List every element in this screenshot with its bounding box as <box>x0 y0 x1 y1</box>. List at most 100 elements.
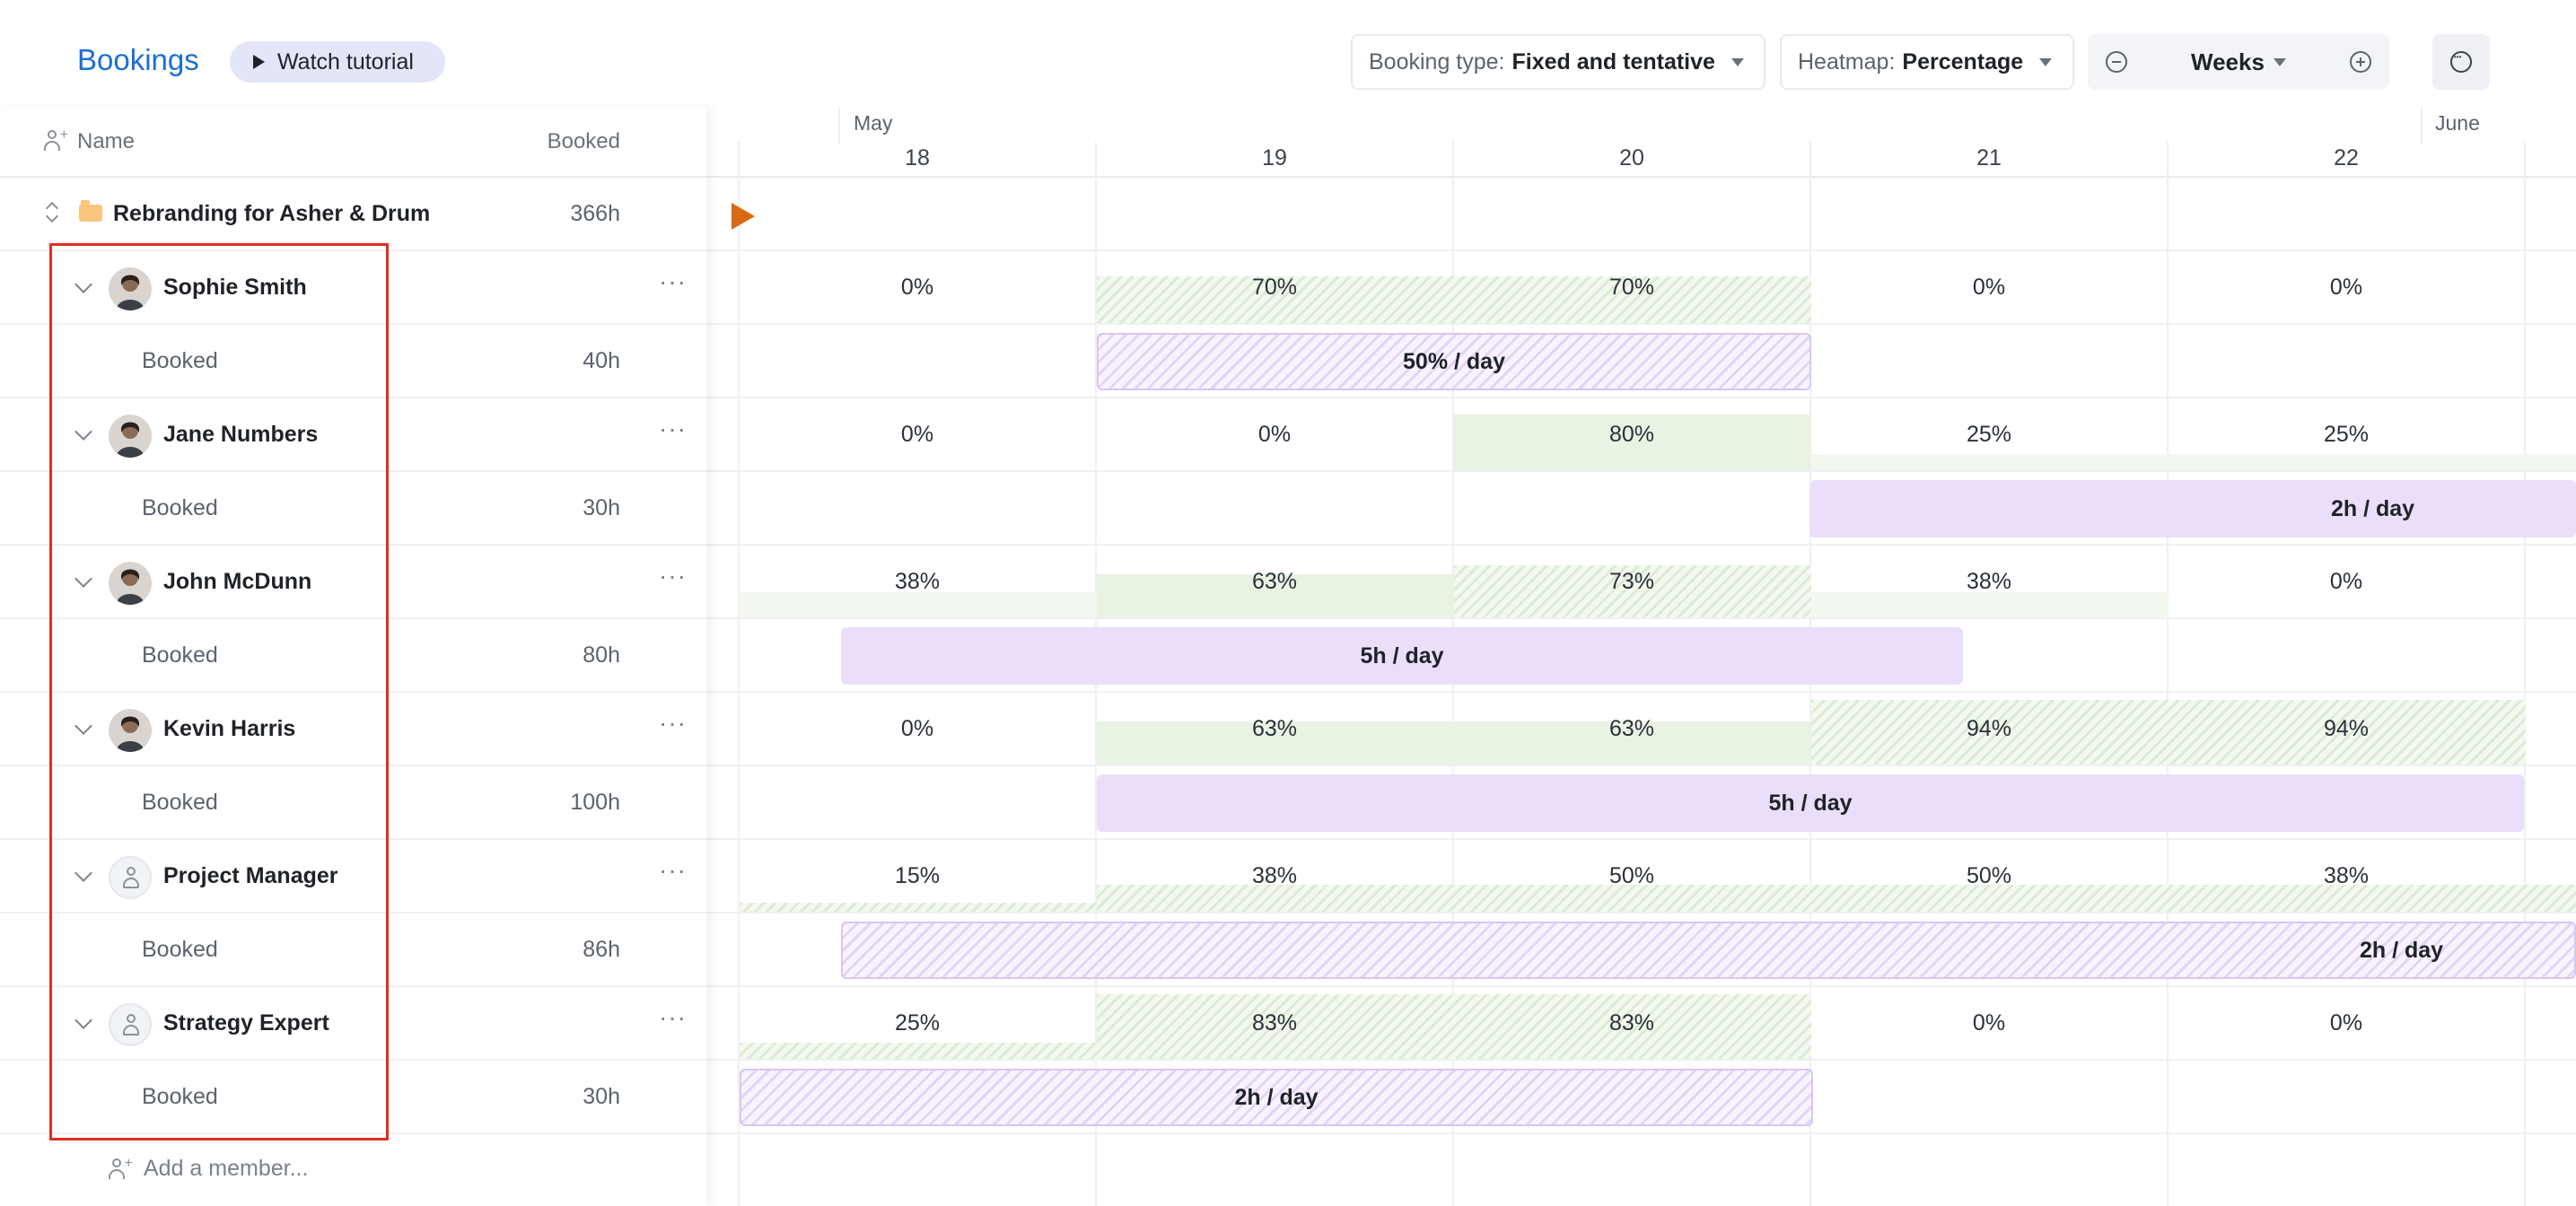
folder-icon <box>79 200 102 222</box>
member-name: Strategy Expert <box>163 1010 329 1036</box>
utilization-percent: 50% <box>1608 863 1655 888</box>
heatmap-cell <box>740 592 1097 617</box>
add-member-label: Add a member... <box>144 1156 309 1181</box>
booked-row[interactable]: Booked 30h <box>0 1061 706 1134</box>
booked-label: Booked <box>142 348 218 373</box>
caret-down-icon <box>1730 57 1744 66</box>
zoom-in-icon[interactable] <box>2349 51 2371 73</box>
chevron-down-icon[interactable] <box>74 570 92 588</box>
member-row[interactable]: John McDunn ··· <box>0 546 706 619</box>
member-row[interactable]: Sophie Smith ··· <box>0 251 706 325</box>
heatmap-cell <box>740 903 1097 912</box>
utilization-percent: 94% <box>1966 716 2012 741</box>
timeline-grid: May June 18 19 20 21 22 0% 70% 70% 0% 0% 50% / da… <box>706 108 2576 1206</box>
zoom-level-value: Weeks <box>2191 48 2265 75</box>
member-name: John McDunn <box>163 569 312 594</box>
utilization-percent: 83% <box>1608 1010 1655 1036</box>
utilization-percent: 63% <box>1608 716 1655 741</box>
more-options-icon[interactable]: ··· <box>659 709 687 738</box>
chevron-down-icon[interactable] <box>74 864 92 882</box>
utilization-percent: 0% <box>900 716 934 741</box>
member-row[interactable]: Project Manager ··· <box>0 840 706 913</box>
utilization-percent: 70% <box>1608 275 1655 300</box>
utilization-percent: 80% <box>1608 422 1655 447</box>
utilization-percent: 25% <box>894 1010 941 1036</box>
watch-tutorial-button[interactable]: Watch tutorial <box>230 41 445 83</box>
booked-row[interactable]: Booked 86h <box>0 913 706 987</box>
booked-column-header[interactable]: Booked <box>548 129 620 154</box>
project-row[interactable]: Rebranding for Asher & Drum 366h <box>0 178 706 251</box>
add-person-icon: + <box>108 1156 133 1181</box>
today-marker-icon <box>732 203 755 230</box>
booked-label: Booked <box>142 642 218 668</box>
booked-label: Booked <box>142 937 218 962</box>
booking-bar-label: 5h / day <box>1360 642 1444 669</box>
booking-bar-label: 2h / day <box>2331 495 2415 521</box>
booked-row[interactable]: Booked 40h <box>0 325 706 398</box>
chevron-down-icon[interactable] <box>74 275 92 293</box>
utilization-percent: 50% <box>1966 863 2012 888</box>
utilization-percent: 0% <box>900 422 934 447</box>
heatmap-dropdown[interactable]: Heatmap: Percentage <box>1780 34 2074 90</box>
member-row[interactable]: Jane Numbers ··· <box>0 398 706 472</box>
utilization-percent: 38% <box>1251 863 1298 888</box>
week-label: 20 <box>1619 145 1644 170</box>
member-row[interactable]: Kevin Harris ··· <box>0 693 706 766</box>
chevron-down-icon[interactable] <box>74 717 92 735</box>
booking-type-dropdown[interactable]: Booking type: Fixed and tentative <box>1351 34 1766 90</box>
booked-hours: 40h <box>583 348 620 373</box>
chevron-down-icon[interactable] <box>74 423 92 441</box>
expand-collapse-icon[interactable] <box>45 199 59 226</box>
chat-icon <box>2450 51 2472 73</box>
booked-row[interactable]: Booked 30h <box>0 472 706 546</box>
chevron-down-icon[interactable] <box>74 1011 92 1029</box>
more-options-icon[interactable]: ··· <box>659 1003 687 1032</box>
caret-down-icon <box>2273 57 2286 66</box>
heatmap-value: Percentage <box>1902 48 2024 74</box>
utilization-percent: 0% <box>1972 275 2006 300</box>
booked-row[interactable]: Booked 80h <box>0 619 706 693</box>
avatar <box>109 709 152 752</box>
utilization-percent: 63% <box>1251 716 1298 741</box>
add-member-button[interactable]: + Add a member... <box>108 1156 308 1182</box>
utilization-percent: 15% <box>894 863 941 888</box>
add-person-icon[interactable]: + <box>43 128 68 153</box>
booking-bar[interactable]: 2h / day <box>1809 480 2576 537</box>
zoom-level-dropdown[interactable]: Weeks <box>2191 48 2286 76</box>
utilization-percent: 83% <box>1251 1010 1298 1036</box>
member-row[interactable]: Strategy Expert ··· <box>0 987 706 1061</box>
utilization-percent: 73% <box>1608 569 1655 594</box>
more-options-icon[interactable]: ··· <box>659 562 687 590</box>
play-icon <box>253 55 265 69</box>
utilization-percent: 38% <box>1966 569 2012 594</box>
member-name: Project Manager <box>163 863 338 888</box>
avatar <box>109 856 152 899</box>
zoom-control: Weeks <box>2088 34 2389 90</box>
week-label: 22 <box>2334 145 2359 170</box>
utilization-percent: 94% <box>2323 716 2370 741</box>
booking-bar[interactable]: 2h / day <box>740 1069 1813 1126</box>
utilization-percent: 25% <box>1966 422 2012 447</box>
zoom-out-icon[interactable] <box>2106 51 2127 73</box>
person-icon <box>122 1014 140 1037</box>
resource-list: + Name Booked Rebranding for Asher & Dru… <box>0 108 706 1206</box>
booking-bar[interactable]: 2h / day <box>841 922 2576 979</box>
name-column-header[interactable]: Name <box>77 129 135 154</box>
month-label-may: May <box>854 111 893 135</box>
booking-bar[interactable]: 50% / day <box>1097 333 1811 390</box>
utilization-percent: 0% <box>2329 1010 2363 1036</box>
avatar <box>109 1003 152 1046</box>
booking-bar[interactable]: 5h / day <box>1097 774 2524 832</box>
booking-bar[interactable]: 5h / day <box>841 627 1963 685</box>
booking-bar-label: 2h / day <box>2360 937 2444 963</box>
utilization-percent: 38% <box>2323 863 2370 888</box>
more-options-icon[interactable]: ··· <box>659 415 687 443</box>
booking-bar-label: 5h / day <box>1768 790 1853 816</box>
comments-button[interactable] <box>2432 34 2490 90</box>
booking-type-label: Booking type: <box>1369 48 1505 74</box>
booked-label: Booked <box>142 790 218 815</box>
more-options-icon[interactable]: ··· <box>659 267 687 296</box>
booked-row[interactable]: Booked 100h <box>0 766 706 840</box>
avatar <box>109 415 152 458</box>
more-options-icon[interactable]: ··· <box>659 856 687 885</box>
